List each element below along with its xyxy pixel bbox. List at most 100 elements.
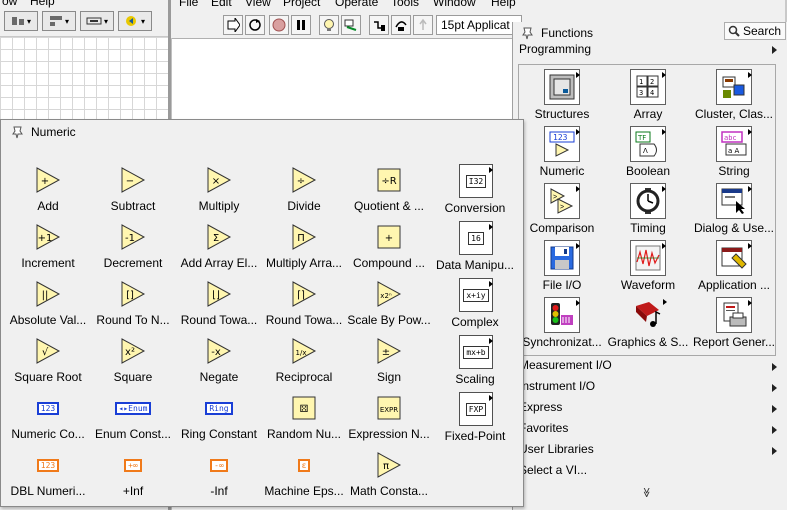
menu-view[interactable]: View xyxy=(245,0,271,9)
numeric-item-numeric-co-24[interactable]: 123 Numeric Co... xyxy=(5,390,91,447)
numeric-titlebar[interactable]: Numeric xyxy=(11,123,76,141)
numeric-item-compound-10[interactable]: + Compound ... xyxy=(346,219,432,276)
numeric-item-conversion-5[interactable]: I32 Conversion xyxy=(432,162,518,219)
numeric-item[interactable]: 123 Numeric xyxy=(519,122,605,179)
waveform-item[interactable]: Waveform xyxy=(605,236,691,293)
menu-file[interactable]: File xyxy=(179,0,198,9)
numeric-item-decrement-7[interactable]: -1 Decrement xyxy=(90,219,176,276)
menu-operate[interactable]: Operate xyxy=(335,0,378,9)
boolean-item[interactable]: TF Λ Boolean xyxy=(605,122,691,179)
numeric-item-complex-17[interactable]: x+iy Complex xyxy=(432,276,518,333)
align-objects-button[interactable]: ▾ xyxy=(4,11,38,31)
numeric-item-inf-31[interactable]: +∞ +Inf xyxy=(90,447,176,504)
numeric-item-increment-6[interactable]: +1 Increment xyxy=(5,219,91,276)
pin-icon[interactable] xyxy=(11,125,25,139)
numeric-item-round-towa-15[interactable]: ⌈⌉ Round Towa... xyxy=(261,276,347,333)
menu-edit[interactable]: Edit xyxy=(211,0,232,9)
distribute-objects-button[interactable]: ▾ xyxy=(42,11,76,31)
numeric-item-round-to-n-13[interactable]: [] Round To N... xyxy=(90,276,176,333)
select-vi-item[interactable]: Select a VI... xyxy=(519,463,781,483)
search-button[interactable]: Search xyxy=(724,22,786,40)
menu-tools[interactable]: Tools xyxy=(391,0,419,9)
numeric-item-inf-32[interactable]: -∞ -Inf xyxy=(176,447,262,504)
menu-window[interactable]: Window xyxy=(433,0,476,9)
numeric-item-negate-20[interactable]: -x Negate xyxy=(176,333,262,390)
step-out-button[interactable] xyxy=(413,15,433,35)
file-io-item[interactable]: File I/O xyxy=(519,236,605,293)
glyph: +1 xyxy=(38,233,53,244)
abort-button[interactable] xyxy=(269,15,289,35)
retain-wire-values-button[interactable] xyxy=(341,15,361,35)
numeric-item-square-root-18[interactable]: √ Square Root xyxy=(5,333,91,390)
menu-help[interactable]: Help xyxy=(491,0,516,9)
highlight-execution-button[interactable] xyxy=(319,15,339,35)
quotient-icon: ÷R xyxy=(372,164,406,196)
numeric-item-ring-constant-26[interactable]: Ring Ring Constant xyxy=(176,390,262,447)
pin-icon[interactable] xyxy=(521,26,535,40)
numeric-item-dbl-numeri-30[interactable]: 123 DBL Numeri... xyxy=(5,447,91,504)
pause-button[interactable] xyxy=(291,15,311,35)
numeric-item-label: Add xyxy=(37,199,59,213)
numeric-label: Numeric xyxy=(539,164,585,178)
step-into-button[interactable] xyxy=(369,15,389,35)
instrument-io-item[interactable]: Instrument I/O xyxy=(519,379,781,399)
graphics-item[interactable]: Graphics & S... xyxy=(605,293,691,350)
string-item[interactable]: abc a A String xyxy=(691,122,777,179)
numeric-item-square-19[interactable]: x² Square xyxy=(90,333,176,390)
numeric-item-divide-3[interactable]: ÷ Divide xyxy=(261,162,347,219)
timing-label: Timing xyxy=(630,221,666,235)
resize-objects-button[interactable]: ▾ xyxy=(80,11,114,31)
structures-item[interactable]: Structures xyxy=(519,65,605,122)
block-diagram-grid[interactable] xyxy=(0,37,168,127)
measurement-io-item[interactable]: Measurement I/O xyxy=(519,358,781,378)
numeric-item-subtract-1[interactable]: − Subtract xyxy=(90,162,176,219)
menu-window[interactable]: ow xyxy=(2,0,17,8)
step-over-button[interactable] xyxy=(391,15,411,35)
numeric-item-sign-22[interactable]: ± Sign xyxy=(346,333,432,390)
svg-text:abc: abc xyxy=(724,134,737,142)
numeric-item-machine-eps-33[interactable]: ε Machine Eps... xyxy=(261,447,347,504)
numeric-item-data-manipu-11[interactable]: 16 Data Manipu... xyxy=(432,219,518,276)
numeric-item-scale-by-pow-16[interactable]: x2ⁿ Scale By Pow... xyxy=(346,276,432,333)
numeric-item-multiply-2[interactable]: × Multiply xyxy=(176,162,262,219)
text-settings-select[interactable]: 15pt Applicat xyxy=(436,15,522,35)
numeric-item-fixed-point-29[interactable]: FXP Fixed-Point xyxy=(432,390,518,447)
numeric-item-math-consta-34[interactable]: π Math Consta... xyxy=(346,447,432,504)
menu-project[interactable]: Project xyxy=(283,0,320,9)
user-libraries-item[interactable]: User Libraries xyxy=(519,442,781,462)
numeric-item-add-0[interactable]: + Add xyxy=(5,162,91,219)
round-to-n-icon: [] xyxy=(116,278,150,310)
expand-palette-icon[interactable]: ≫ xyxy=(641,487,652,497)
chevron-right-icon xyxy=(772,363,777,371)
numeric-icon: 123 xyxy=(544,126,580,162)
numeric-item-reciprocal-21[interactable]: 1/x Reciprocal xyxy=(261,333,347,390)
numeric-item-quotient-4[interactable]: ÷R Quotient & ... xyxy=(346,162,432,219)
numeric-item-add-array-el-8[interactable]: Σ Add Array El... xyxy=(176,219,262,276)
run-button[interactable] xyxy=(223,15,243,35)
timing-item[interactable]: Timing xyxy=(605,179,691,236)
glyph: Σ xyxy=(213,233,219,244)
express-item[interactable]: Express xyxy=(519,400,781,420)
numeric-item-enum-const-25[interactable]: ◂▸Enum Enum Const... xyxy=(90,390,176,447)
numeric-item-random-nu-27[interactable]: ⚄ Random Nu... xyxy=(261,390,347,447)
numeric-item-round-towa-14[interactable]: ⌊⌋ Round Towa... xyxy=(176,276,262,333)
numeric-item-expression-n-28[interactable]: EXPR Expression N... xyxy=(346,390,432,447)
numeric-item-label: Round To N... xyxy=(96,313,170,327)
numeric-item-scaling-23[interactable]: mx+b Scaling xyxy=(432,333,518,390)
reorder-button[interactable]: ▾ xyxy=(118,11,152,31)
menu-help[interactable]: Help xyxy=(30,0,55,8)
report-item[interactable]: Report Gener... xyxy=(691,293,777,350)
favorites-item[interactable]: Favorites xyxy=(519,421,781,441)
cluster-item[interactable]: Cluster, Clas... xyxy=(691,65,777,122)
application-item[interactable]: Application ... xyxy=(691,236,777,293)
numeric-item-multiply-arra-9[interactable]: Π Multiply Arra... xyxy=(261,219,347,276)
numeric-item-absolute-val-12[interactable]: || Absolute Val... xyxy=(5,276,91,333)
run-continuously-button[interactable] xyxy=(245,15,265,35)
dialog-item[interactable]: Dialog & Use... xyxy=(691,179,777,236)
synchronization-item[interactable]: Synchronizat... xyxy=(519,293,605,350)
instrument-io-label: Instrument I/O xyxy=(519,379,596,393)
functions-titlebar[interactable]: Functions xyxy=(521,24,593,42)
array-item[interactable]: 1234 Array xyxy=(605,65,691,122)
comparison-item[interactable]: > > Comparison xyxy=(519,179,605,236)
programming-category[interactable]: Programming xyxy=(519,42,781,60)
